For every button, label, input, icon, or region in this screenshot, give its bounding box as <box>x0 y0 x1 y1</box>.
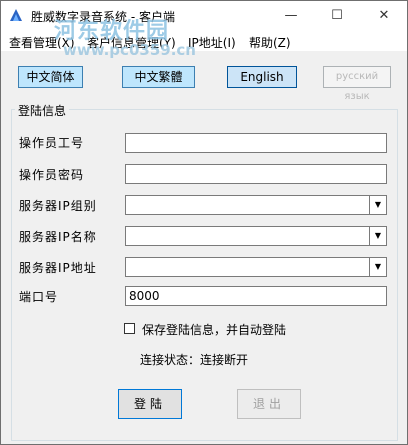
password-input[interactable] <box>125 164 387 184</box>
chevron-down-icon[interactable]: ▼ <box>369 227 386 245</box>
operator-id-input[interactable] <box>125 133 387 153</box>
menu-ip-address[interactable]: IP地址(I) <box>188 34 236 51</box>
title-bar[interactable]: 胜威数字录音系统 - 客户端 — ☐ ✕ <box>1 1 407 31</box>
chevron-down-icon[interactable]: ▼ <box>369 196 386 214</box>
operator-id-label: 操作员工号 <box>19 136 85 150</box>
port-input[interactable]: 8000 <box>125 286 387 306</box>
lang-english-button[interactable]: English <box>227 66 297 88</box>
port-label: 端口号 <box>19 290 59 304</box>
save-login-label[interactable]: 保存登陆信息，并自动登陆 <box>142 321 286 338</box>
menu-help[interactable]: 帮助(Z) <box>249 34 291 51</box>
password-label: 操作员密码 <box>19 168 85 182</box>
login-button[interactable]: 登陆 <box>118 389 182 419</box>
exit-button[interactable]: 退出 <box>237 389 301 419</box>
server-name-dropdown[interactable]: ▼ <box>125 226 387 246</box>
close-button[interactable]: ✕ <box>361 1 407 31</box>
server-group-label: 服务器IP组别 <box>19 199 97 213</box>
lang-russian-button[interactable]: русский язык <box>323 66 391 102</box>
maximize-button[interactable]: ☐ <box>314 1 360 31</box>
app-window: 胜威数字录音系统 - 客户端 — ☐ ✕ 查看管理(X) 客户信息管理(Y) I… <box>0 0 408 445</box>
connection-status: 连接状态：连接断开 <box>140 353 249 367</box>
group-title: 登陆信息 <box>15 102 70 119</box>
app-recorder-icon <box>10 9 22 21</box>
server-group-dropdown[interactable]: ▼ <box>125 195 387 215</box>
minimize-button[interactable]: — <box>268 1 314 31</box>
server-address-label: 服务器IP地址 <box>19 261 97 275</box>
language-bar: 中文简体 中文繁體 English русский язык <box>1 51 407 103</box>
server-address-dropdown[interactable]: ▼ <box>125 257 387 277</box>
lang-simplified-chinese-button[interactable]: 中文简体 <box>18 66 83 88</box>
save-login-checkbox[interactable] <box>124 323 135 334</box>
menu-customer-info[interactable]: 客户信息管理(Y) <box>87 34 176 51</box>
window-title: 胜威数字录音系统 - 客户端 <box>31 10 175 24</box>
chevron-down-icon[interactable]: ▼ <box>369 258 386 276</box>
menu-bar: 查看管理(X) 客户信息管理(Y) IP地址(I) 帮助(Z) <box>1 31 407 51</box>
server-name-label: 服务器IP名称 <box>19 230 97 244</box>
menu-view-manage[interactable]: 查看管理(X) <box>9 34 75 51</box>
lang-traditional-chinese-button[interactable]: 中文繁體 <box>122 66 195 88</box>
